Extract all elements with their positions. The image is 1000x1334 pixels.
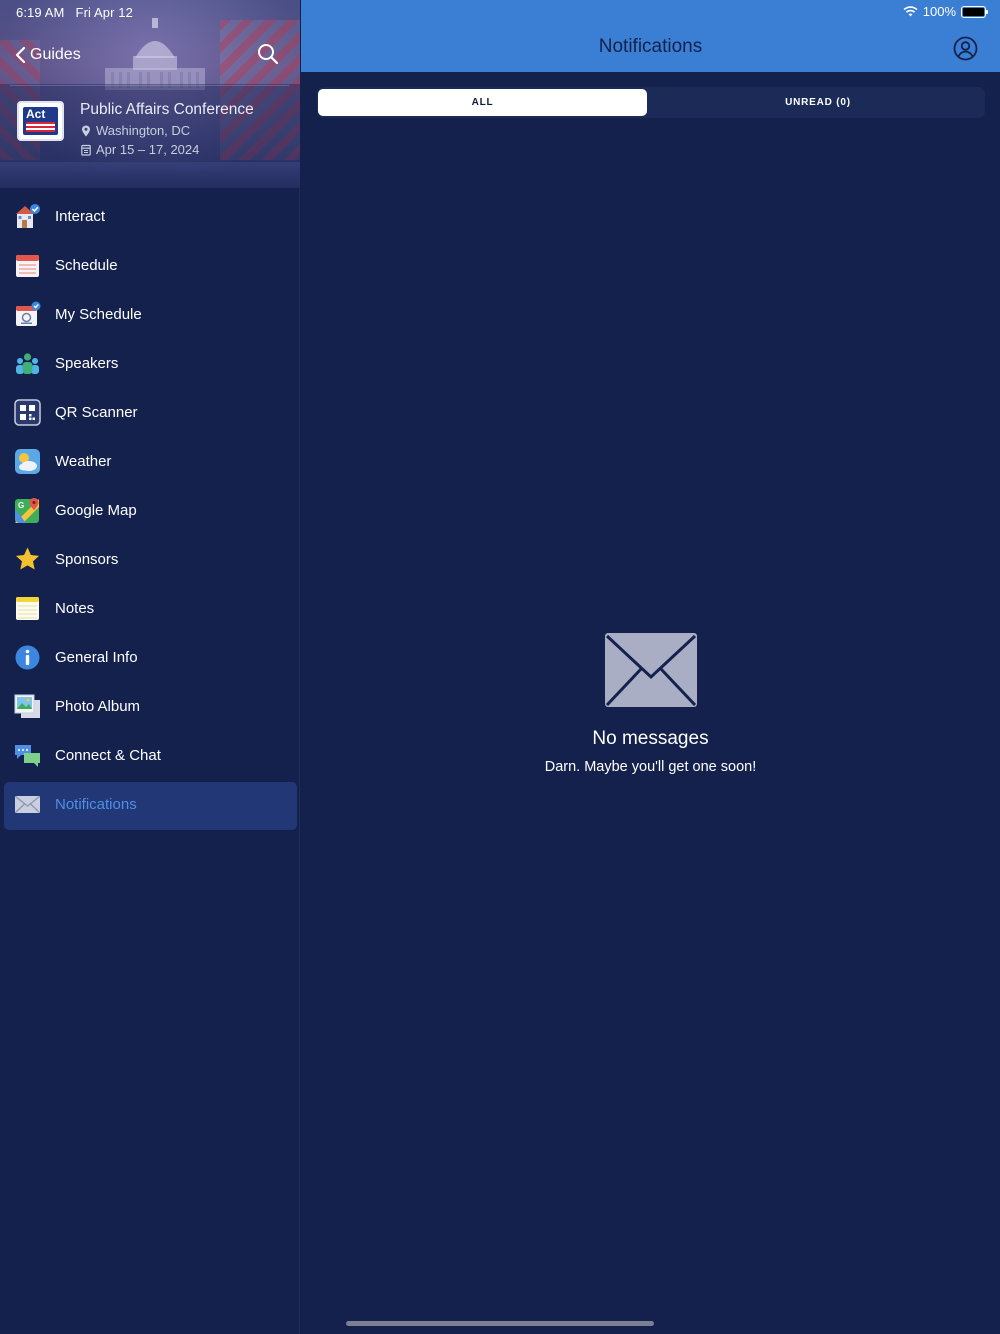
qr-code-icon [14,399,41,426]
sidebar: 6:19 AM Fri Apr 12 Guides Act Public Aff… [0,0,300,1334]
calendar-small-icon [81,144,91,156]
event-location-text: Washington, DC [96,123,191,138]
back-to-guides-button[interactable]: Guides [14,44,81,66]
sidebar-item-label: Weather [55,453,112,470]
sidebar-item-label: Photo Album [55,698,141,715]
sidebar-item-label: Connect & Chat [55,747,161,764]
hero-reflection [0,162,300,188]
star-icon [16,547,39,570]
sidebar-item-label: General Info [55,649,138,666]
home-indicator[interactable] [346,1321,654,1326]
event-logo-text: Act [26,107,46,121]
sidebar-item-label: Notifications [55,796,137,813]
top-navigation-bar: 100% Notifications [301,0,1000,72]
notes-icon [16,597,39,620]
envelope-icon [15,795,40,813]
sidebar-item-label: Schedule [55,257,118,274]
location-pin-icon [82,125,90,136]
event-logo: Act [17,101,64,141]
map-icon: G [15,498,39,523]
sidebar-item-label: My Schedule [55,306,142,323]
status-date: Fri Apr 12 [75,5,133,20]
status-bar-datetime: 6:19 AM Fri Apr 12 [16,5,133,20]
weather-icon [15,449,40,474]
sidebar-item-my-schedule[interactable]: My Schedule [0,290,300,339]
battery-icon [961,5,988,18]
sidebar-item-qr-scanner[interactable]: QR Scanner [0,388,300,437]
empty-state-title: No messages [592,728,709,749]
sidebar-item-connect-chat[interactable]: Connect & Chat [0,731,300,780]
sidebar-item-sponsors[interactable]: Sponsors [0,535,300,584]
sidebar-item-label: Notes [55,600,95,617]
envelope-icon [604,633,697,707]
back-label: Guides [30,46,81,63]
sidebar-item-speakers[interactable]: Speakers [0,339,300,388]
notification-filter-tabs: ALL UNREAD (0) [317,87,985,118]
event-location: Washington, DC [81,123,190,138]
notifications-pane: 100% Notifications ALL UNREAD (0) No mes… [301,0,1000,1334]
sidebar-item-notifications[interactable]: Notifications [0,780,300,830]
wifi-icon [903,6,918,17]
empty-state-subtitle: Darn. Maybe you'll get one soon! [544,759,757,775]
event-dates: Apr 15 – 17, 2024 [81,142,199,157]
tab-unread[interactable]: UNREAD (0) [653,89,983,116]
sidebar-nav: Interact Schedule My Schedule Speakers Q… [0,192,300,830]
sidebar-item-interact[interactable]: Interact [0,192,300,241]
interact-icon [16,204,40,228]
sidebar-item-photo-album[interactable]: Photo Album [0,682,300,731]
status-bar-indicators: 100% [903,4,988,19]
tab-all[interactable]: ALL [318,89,647,116]
sidebar-item-schedule[interactable]: Schedule [0,241,300,290]
hero-divider [10,85,289,86]
chevron-left-icon [15,46,26,64]
my-schedule-icon [16,301,41,326]
sidebar-item-label: Sponsors [55,551,119,568]
battery-percent: 100% [922,4,956,19]
sidebar-item-weather[interactable]: Weather [0,437,300,486]
sidebar-item-label: Speakers [55,355,119,372]
sidebar-item-label: Interact [55,208,106,225]
search-icon[interactable] [256,42,280,66]
sidebar-item-notes[interactable]: Notes [0,584,300,633]
sidebar-item-label: QR Scanner [55,404,138,421]
info-icon [15,645,40,670]
sidebar-item-google-map[interactable]: G Google Map [0,486,300,535]
profile-icon[interactable] [953,36,978,61]
empty-state: No messages Darn. Maybe you'll get one s… [301,633,1000,775]
svg-text:G: G [18,501,24,510]
calendar-icon [16,255,39,277]
people-icon [16,353,39,374]
sidebar-item-label: Google Map [55,502,137,519]
event-logo-flag [26,122,55,132]
page-title: Notifications [598,36,703,57]
event-hero-banner [0,0,300,188]
chat-icon [15,745,40,767]
event-title: Public Affairs Conference [80,101,254,118]
photo-icon [14,694,40,718]
sidebar-item-general-info[interactable]: General Info [0,633,300,682]
event-dates-text: Apr 15 – 17, 2024 [96,142,200,157]
status-time: 6:19 AM [16,5,65,20]
